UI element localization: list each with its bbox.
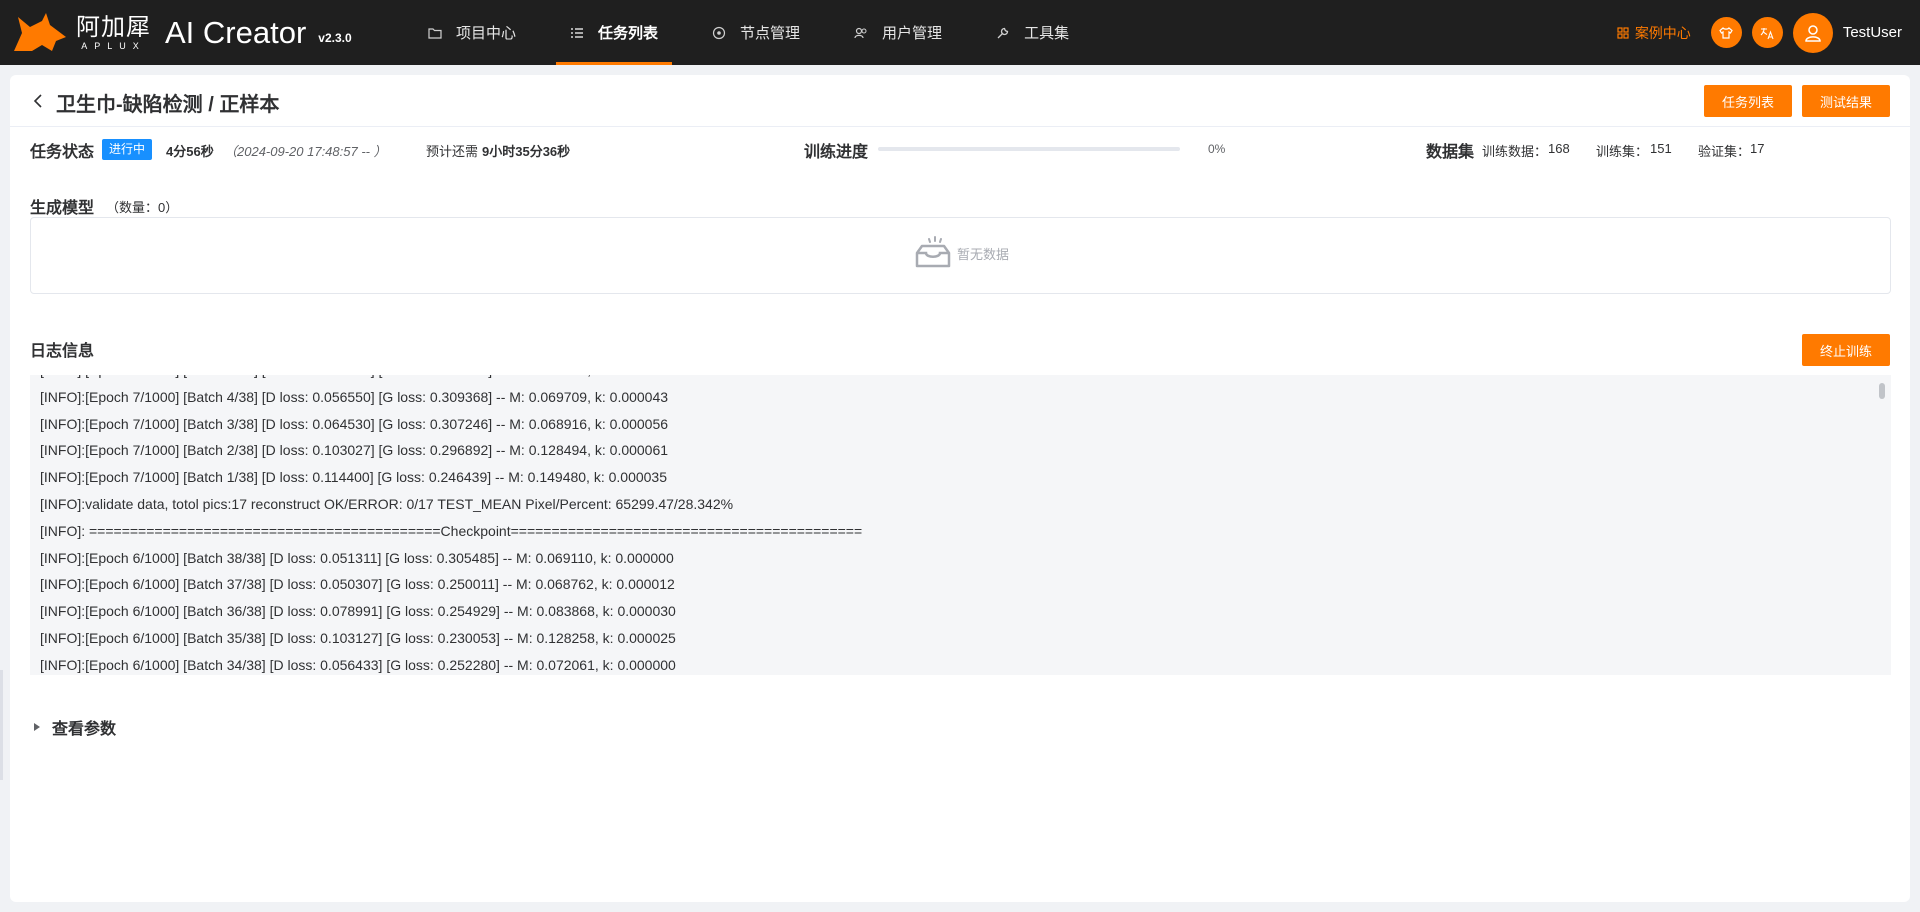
models-list: 暂无数据 (30, 217, 1891, 294)
log-line: [INFO]:[Epoch 6/1000] [Batch 36/38] [D l… (40, 603, 676, 620)
app-name: AI Creator (165, 14, 307, 50)
training-progress-label: 训练进度 (804, 144, 869, 161)
log-line: [INFO]:[Epoch 7/1000] [Batch 3/38] [D lo… (40, 415, 669, 432)
models-count: （数量：0） (106, 200, 179, 215)
side-handle[interactable] (0, 670, 3, 780)
brand-cn-text: 阿加犀 (76, 13, 151, 41)
nav-label: 任务列表 (598, 25, 659, 42)
node-icon (712, 26, 726, 39)
val-set-label: 验证集： (1698, 144, 1751, 159)
brand[interactable]: 阿加犀 APLUX AI Creator v2.3.0 (0, 0, 400, 65)
users-icon (854, 27, 867, 38)
nav-label: 用户管理 (882, 25, 943, 42)
chevron-left-icon[interactable] (32, 93, 44, 109)
nav-label: 节点管理 (740, 25, 801, 42)
page-header: 卫生巾-缺陷检测 / 正样本 任务列表 测试结果 (10, 75, 1910, 127)
nav-label: 工具集 (1024, 25, 1070, 42)
brand-en-sub: APLUX (81, 41, 146, 51)
log-line: [INFO]:[Epoch 6/1000] [Batch 37/38] [D l… (40, 576, 675, 593)
case-center-label: 案例中心 (1634, 24, 1691, 41)
shirt-icon (1719, 26, 1734, 39)
status-row: 任务状态 进行中 4分56秒 （2024-09-20 17:48:57 -- ）… (10, 137, 1910, 161)
models-label: 生成模型 (30, 200, 95, 217)
progress-percent: 0% (1208, 142, 1226, 156)
log-line: [INFO]:[Epoch 7/1000] [Batch 1/38] [D lo… (40, 469, 668, 486)
start-time: （2024-09-20 17:48:57 -- ） (224, 144, 387, 159)
topbar-right: 案例中心 TestUser (1617, 0, 1902, 65)
log-line: [INFO]:validate data, totol pics:17 reco… (40, 495, 734, 512)
nav-item-tasks[interactable]: 任务列表 (556, 0, 673, 65)
log-line: [INFO]:[Epoch 6/1000] [Batch 34/38] [D l… (40, 656, 676, 673)
page-title: 卫生巾-缺陷检测 / 正样本 (56, 94, 280, 116)
brand-cn: 阿加犀 APLUX (76, 14, 151, 51)
grid-icon (1617, 26, 1629, 39)
main-nav: 项目中心 任务列表 节点管理 用户管理 工具集 (414, 0, 1109, 65)
nav-item-nodes[interactable]: 节点管理 (698, 0, 814, 65)
list-icon (571, 27, 584, 38)
log-line: [INFO]:[Epoch 7/1000] [Batch 5/38] [D lo… (40, 375, 1877, 384)
stop-training-button[interactable]: 终止训练 (1802, 334, 1890, 366)
logs-label: 日志信息 (30, 343, 95, 360)
log-line: [INFO]:[Epoch 6/1000] [Batch 35/38] [D l… (40, 629, 676, 646)
user-icon (1805, 24, 1821, 42)
nav-item-tools[interactable]: 工具集 (982, 0, 1083, 65)
caret-right-icon (34, 723, 40, 731)
task-list-button[interactable]: 任务列表 (1704, 85, 1792, 117)
remaining-time: 9小时35分36秒 (482, 144, 571, 159)
empty-text: 暂无数据 (957, 246, 1010, 262)
log-scrollbar[interactable] (1879, 383, 1885, 399)
train-set-label: 训练集： (1596, 144, 1649, 159)
status-badge: 进行中 (102, 139, 153, 160)
train-data-label: 训练数据： (1482, 144, 1548, 159)
log-line: [INFO]:[Epoch 7/1000] [Batch 2/38] [D lo… (40, 442, 669, 459)
dataset-label: 数据集 (1426, 144, 1475, 161)
task-detail-card: 卫生巾-缺陷检测 / 正样本 任务列表 测试结果 任务状态 进行中 4分56秒 … (10, 75, 1910, 902)
fox-logo-icon (14, 12, 66, 51)
train-data-count: 168 (1548, 141, 1570, 156)
language-button[interactable] (1751, 17, 1783, 48)
top-navbar: 阿加犀 APLUX AI Creator v2.3.0 项目中心 任务列表 节点… (0, 0, 1920, 65)
translate-icon (1760, 27, 1774, 39)
task-status-label: 任务状态 (30, 144, 95, 161)
avatar[interactable] (1792, 12, 1833, 53)
elapsed-time: 4分56秒 (166, 144, 214, 159)
log-line: [INFO]:[Epoch 6/1000] [Batch 38/38] [D l… (40, 549, 674, 566)
val-set-count: 17 (1750, 141, 1765, 156)
wrench-icon (997, 27, 1009, 38)
app-version: v2.3.0 (318, 30, 352, 45)
log-lines: [INFO]:[Epoch 7/1000] [Batch 5/38] [D lo… (40, 375, 1877, 675)
remaining-label: 预计还需 (426, 144, 479, 159)
username[interactable]: TestUser (1843, 24, 1902, 41)
test-results-button[interactable]: 测试结果 (1802, 85, 1890, 117)
view-params-label: 查看参数 (52, 721, 117, 738)
nav-item-projects[interactable]: 项目中心 (414, 0, 530, 65)
folder-icon (428, 27, 442, 39)
theme-button[interactable] (1710, 17, 1742, 48)
empty-box-icon (915, 236, 951, 268)
log-line: [INFO]:[Epoch 7/1000] [Batch 4/38] [D lo… (40, 388, 669, 405)
progress-bar (878, 147, 1180, 151)
view-params-toggle[interactable]: 查看参数 (34, 715, 116, 739)
train-set-count: 151 (1650, 141, 1672, 156)
empty-state: 暂无数据 (913, 233, 1009, 273)
nav-item-users[interactable]: 用户管理 (840, 0, 956, 65)
case-center-link[interactable]: 案例中心 (1617, 23, 1691, 43)
nav-label: 项目中心 (456, 25, 517, 42)
log-line: [INFO]: ================================… (40, 522, 863, 539)
log-panel[interactable]: [INFO]:[Epoch 7/1000] [Batch 5/38] [D lo… (30, 375, 1891, 675)
